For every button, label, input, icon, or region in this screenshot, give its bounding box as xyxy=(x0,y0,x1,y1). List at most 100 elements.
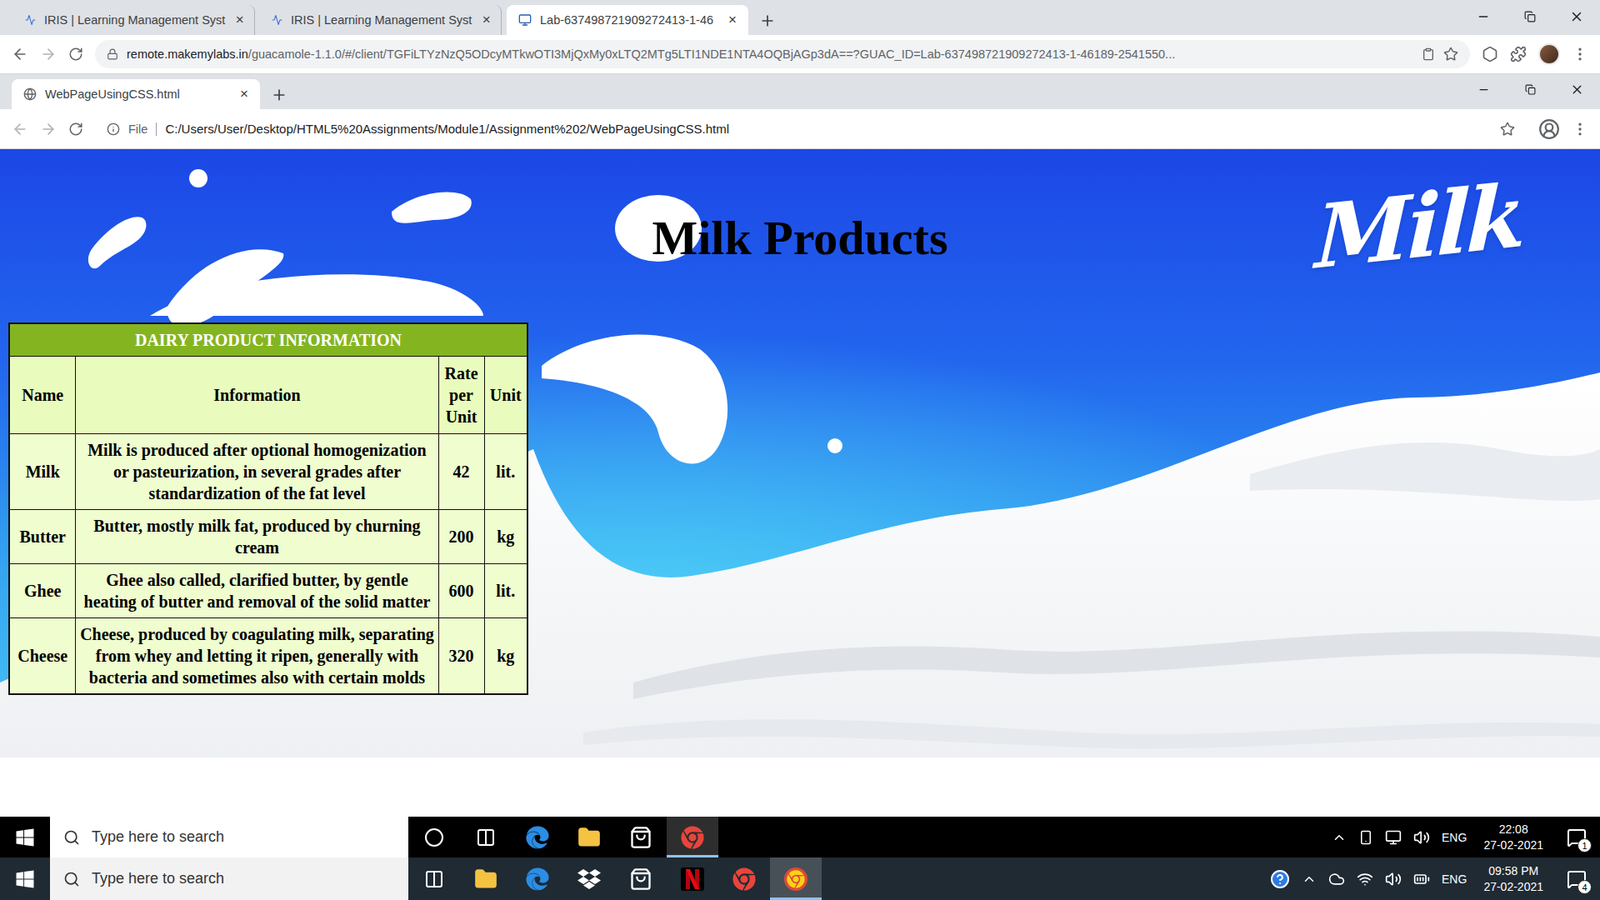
store-icon xyxy=(629,867,653,891)
taskbar-app[interactable] xyxy=(408,857,460,900)
start-button[interactable] xyxy=(0,816,50,858)
taskbar-app[interactable] xyxy=(666,857,719,900)
bookmark-star-icon[interactable] xyxy=(1500,121,1515,137)
table-cell: Milk is produced after optional homogeni… xyxy=(75,434,439,510)
address-bar[interactable]: remote.makemylabs.in/guacamole-1.1.0/#/c… xyxy=(95,40,1470,69)
volume-icon[interactable] xyxy=(1385,870,1402,888)
windows-icon xyxy=(15,869,35,890)
iris-favicon-icon xyxy=(25,13,36,27)
taskbar-app[interactable] xyxy=(615,857,667,900)
extension-shield-icon xyxy=(1481,45,1499,63)
table-cell: 320 xyxy=(438,618,485,695)
forward-button[interactable] xyxy=(40,45,57,63)
taskbar-app[interactable] xyxy=(460,816,512,858)
tab-label: IRIS | Learning Management Syst xyxy=(44,13,225,27)
new-tab-button[interactable] xyxy=(753,6,782,35)
tab-close-button[interactable]: × xyxy=(725,11,740,29)
taskbar-search[interactable]: Type here to search xyxy=(50,816,409,858)
table-header-cell: Information xyxy=(75,356,439,435)
lab-favicon-icon xyxy=(518,13,532,27)
table-cell: kg xyxy=(484,618,528,695)
tab-close-button[interactable]: × xyxy=(236,85,252,103)
wifi-icon[interactable] xyxy=(1356,870,1374,888)
profile-avatar[interactable] xyxy=(1538,43,1560,65)
device-icon[interactable] xyxy=(1358,830,1374,845)
taskbar-app[interactable] xyxy=(666,816,719,858)
network-icon[interactable] xyxy=(1385,829,1402,846)
puzzle-icon xyxy=(1510,45,1527,63)
browser-tab[interactable]: WebPageUsingCSS.html× xyxy=(11,79,260,110)
battery-icon[interactable] xyxy=(1413,870,1430,888)
minimize-button[interactable] xyxy=(1460,0,1507,34)
address-bar[interactable]: FileC:/Users/User/Desktop/HTML5%20Assign… xyxy=(95,115,1527,144)
minimize-button[interactable] xyxy=(1460,74,1507,105)
taskbar-app[interactable] xyxy=(511,857,564,900)
taskbar-app[interactable] xyxy=(563,857,615,900)
netflix-icon xyxy=(680,867,705,891)
arrow-left-icon xyxy=(11,45,29,63)
restore-button[interactable] xyxy=(1506,74,1554,105)
browser-tab[interactable]: IRIS | Learning Management Syst × xyxy=(13,5,255,35)
volume-icon[interactable] xyxy=(1413,829,1430,846)
notification-badge: 1 xyxy=(1577,838,1592,853)
remote-toolbar: FileC:/Users/User/Desktop/HTML5%20Assign… xyxy=(0,109,1600,150)
notification-button[interactable]: 1 xyxy=(1560,820,1594,855)
forward-button[interactable] xyxy=(40,120,57,138)
menu-button[interactable] xyxy=(1571,120,1589,138)
table-cell: Cheese, produced by coagulating milk, se… xyxy=(75,618,439,695)
close-button[interactable] xyxy=(1553,74,1600,105)
table-header-cell: Name xyxy=(9,356,76,435)
table-cell: 42 xyxy=(438,434,485,510)
bookmark-star-icon[interactable] xyxy=(1443,46,1459,62)
help-icon[interactable] xyxy=(1270,869,1290,890)
show-hidden-icons-icon[interactable] xyxy=(1331,830,1347,845)
onedrive-icon[interactable] xyxy=(1328,870,1345,888)
table-header-cell: Unit xyxy=(484,356,528,435)
close-icon xyxy=(1569,9,1585,25)
taskbar-app[interactable] xyxy=(718,857,770,900)
arrow-right-icon xyxy=(40,120,57,138)
table-cell: 200 xyxy=(438,510,485,565)
arrow-right-icon xyxy=(40,45,57,63)
reload-button[interactable] xyxy=(68,121,84,137)
restore-button[interactable] xyxy=(1506,0,1554,34)
iris-favicon-icon xyxy=(271,13,283,27)
taskbar-app[interactable] xyxy=(408,816,460,858)
extension-button[interactable] xyxy=(1481,45,1499,63)
language-indicator[interactable]: ENG xyxy=(1441,830,1467,845)
browser-tab[interactable]: IRIS | Learning Management Syst× xyxy=(260,5,502,35)
extensions-button[interactable] xyxy=(1510,45,1527,63)
start-button[interactable] xyxy=(0,857,50,900)
taskbar-app[interactable] xyxy=(460,857,512,900)
dropbox-icon xyxy=(577,867,601,891)
close-button[interactable] xyxy=(1553,0,1600,34)
reload-button[interactable] xyxy=(68,46,84,62)
clock-date: 27-02-2021 xyxy=(1483,879,1544,895)
clock[interactable]: 22:0827-02-2021 xyxy=(1478,821,1549,854)
web-page: MilkMilk ProductsDAIRY PRODUCT INFORMATI… xyxy=(0,149,1600,758)
new-tab-button[interactable] xyxy=(265,80,294,110)
language-indicator[interactable]: ENG xyxy=(1441,872,1467,886)
profile-button[interactable] xyxy=(1538,118,1560,140)
tab-close-button[interactable]: × xyxy=(480,11,493,29)
table-cell: Butter, mostly milk fat, produced by chu… xyxy=(75,510,439,565)
taskbar-app[interactable] xyxy=(615,816,667,858)
window-controls xyxy=(1460,0,1600,35)
taskbar-app[interactable] xyxy=(511,816,564,858)
notification-button[interactable]: 4 xyxy=(1560,862,1594,896)
reload-icon xyxy=(68,121,84,137)
back-button[interactable] xyxy=(11,120,29,138)
table-row: MilkMilk is produced after optional homo… xyxy=(9,434,528,510)
clock[interactable]: 09:58 PM27-02-2021 xyxy=(1478,863,1549,895)
show-hidden-icons-icon[interactable] xyxy=(1301,871,1317,887)
tab-close-button[interactable]: × xyxy=(233,11,246,29)
tab-label: Lab-637498721909272413-1-46 xyxy=(540,13,717,27)
menu-button[interactable] xyxy=(1571,45,1589,63)
browser-tab[interactable]: Lab-637498721909272413-1-46 × xyxy=(506,5,749,35)
taskbar-app[interactable] xyxy=(563,816,615,858)
clipboard-icon[interactable] xyxy=(1421,47,1435,61)
taskbar-search[interactable]: Type here to search xyxy=(50,857,409,900)
back-button[interactable] xyxy=(11,45,29,63)
remote-tab-strip: WebPageUsingCSS.html× xyxy=(0,74,1600,110)
taskbar-app[interactable] xyxy=(770,857,822,900)
